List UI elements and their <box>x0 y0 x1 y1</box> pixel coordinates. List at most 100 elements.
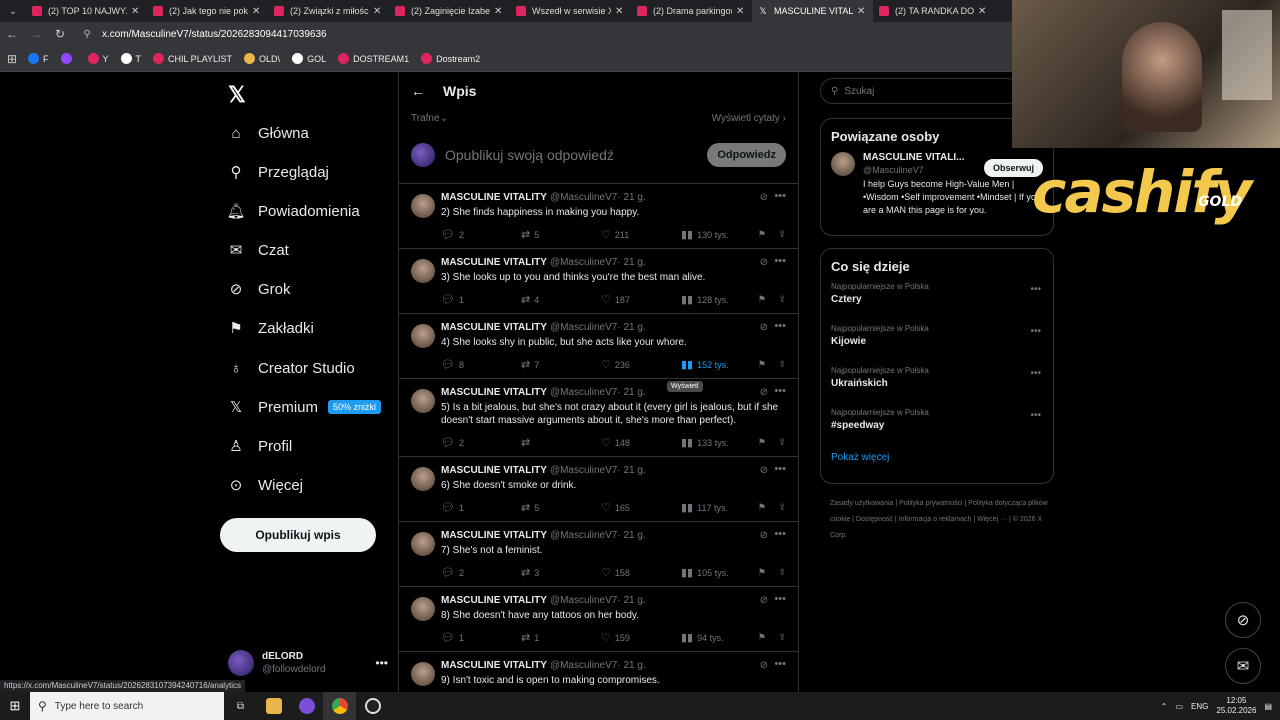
like-button[interactable]: ♡ 187 <box>601 293 681 306</box>
browser-tab[interactable]: (2) Drama parkingow ✕ <box>631 0 752 22</box>
bookmark-icon[interactable]: ⚑ <box>758 632 766 643</box>
more-dots-icon[interactable]: ••• <box>774 463 786 475</box>
share-icon[interactable]: ⇪ <box>778 502 786 513</box>
bookmark-icon[interactable]: ⚑ <box>758 294 766 305</box>
browser-tab[interactable]: 𝕏 MASCULINE VITALIT ✕ <box>752 0 873 22</box>
nav-item-czat[interactable]: ✉ Czat <box>226 235 289 265</box>
avatar[interactable] <box>411 532 435 556</box>
avatar[interactable] <box>411 597 435 621</box>
chrome-icon[interactable] <box>323 692 356 720</box>
more-dots-icon[interactable]: ••• <box>1030 284 1041 295</box>
nav-item-grok[interactable]: ⊘ Grok <box>226 274 291 304</box>
share-icon[interactable]: ⇪ <box>778 567 786 578</box>
avatar[interactable] <box>831 152 855 176</box>
tweet-author-name[interactable]: MASCULINE VITALITY <box>441 322 547 333</box>
obs-icon[interactable] <box>356 692 389 720</box>
reply-button[interactable]: 💬︎ 1 <box>441 631 521 644</box>
app-icon[interactable] <box>290 692 323 720</box>
back-icon[interactable]: ← <box>0 27 24 41</box>
tweet-author-name[interactable]: MASCULINE VITALITY <box>441 257 547 268</box>
back-arrow-icon[interactable]: ← <box>411 83 425 99</box>
repost-button[interactable]: ⇄ 7 <box>521 358 601 371</box>
browser-tab[interactable]: (2) Zaginięcie Izabeli ✕ <box>389 0 510 22</box>
network-icon[interactable]: ▭ <box>1175 702 1183 711</box>
like-button[interactable]: ♡ 211 <box>601 228 681 241</box>
nav-item-zakładki[interactable]: ⚑ Zakładki <box>226 313 314 343</box>
share-icon[interactable]: ⇪ <box>778 294 786 305</box>
avatar[interactable] <box>411 324 435 348</box>
close-icon[interactable]: ✕ <box>857 6 867 17</box>
reply-button[interactable]: 💬︎ 1 <box>441 293 521 306</box>
tweet-author-name[interactable]: MASCULINE VITALITY <box>441 465 547 476</box>
grok-icon[interactable]: ⊘ <box>760 595 768 606</box>
browser-tab[interactable]: (2) Związki z miłości s ✕ <box>268 0 389 22</box>
bookmark-item[interactable]: T <box>120 53 141 64</box>
grok-icon[interactable]: ⊘ <box>760 530 768 541</box>
tweet-author-name[interactable]: MASCULINE VITALITY <box>441 192 547 203</box>
bookmark-icon[interactable]: ⚑ <box>758 229 766 240</box>
reply-input[interactable]: Opublikuj swoją odpowiedź <box>445 147 707 163</box>
repost-button[interactable]: ⇄ 4 <box>521 293 601 306</box>
notifications-icon[interactable]: ▤ <box>1264 702 1272 711</box>
bookmark-item[interactable]: OLD\ <box>244 53 280 64</box>
bookmark-icon[interactable]: ⚑ <box>758 359 766 370</box>
browser-tab[interactable]: (2) TA RANDKA DOPI ✕ <box>873 0 994 22</box>
bookmark-item[interactable]: Y <box>87 53 109 64</box>
site-info-icon[interactable]: ⚲ <box>78 29 96 40</box>
reply-button[interactable]: 💬︎ 2 <box>441 566 521 579</box>
trend-item[interactable]: Najpopularniejsze w Polska Kijowie ••• <box>831 324 1043 366</box>
show-more-link[interactable]: Pokaż więcej <box>831 452 1043 463</box>
share-icon[interactable]: ⇪ <box>778 229 786 240</box>
trend-item[interactable]: Najpopularniejsze w Polska Ukraińskich ••• <box>831 366 1043 408</box>
messages-fab-icon[interactable]: ✉ <box>1225 648 1261 684</box>
grok-icon[interactable]: ⊘ <box>760 257 768 268</box>
repost-button[interactable]: ⇄ 3 <box>521 566 601 579</box>
grok-icon[interactable]: ⊘ <box>760 387 768 398</box>
post-button[interactable]: Opublikuj wpis <box>220 518 376 552</box>
like-button[interactable]: ♡ 236 <box>601 358 681 371</box>
avatar[interactable] <box>411 389 435 413</box>
trend-item[interactable]: Najpopularniejsze w Polska Cztery ••• <box>831 282 1043 324</box>
tweet[interactable]: MASCULINE VITALITY @MasculineV7 · 21 g. ⊘ ••… <box>399 184 798 249</box>
close-icon[interactable]: ✕ <box>494 6 504 17</box>
like-button[interactable]: ♡ 158 <box>601 566 681 579</box>
browser-tab[interactable]: (2) TOP 10 NAJWYŻSZ ✕ <box>26 0 147 22</box>
repost-button[interactable]: ⇄ 5 <box>521 228 601 241</box>
more-dots-icon[interactable]: ••• <box>774 385 786 397</box>
file-explorer-icon[interactable] <box>257 692 290 720</box>
nav-item-powiadomienia[interactable]: 🔔︎ Powiadomienia <box>226 196 359 226</box>
footer-link[interactable]: Informacja o reklamach <box>899 516 972 523</box>
clock[interactable]: 12:05 25.02.2026 <box>1216 696 1256 716</box>
like-button[interactable]: ♡ 165 <box>601 501 681 514</box>
nav-item-premium[interactable]: 𝕏 Premium 50% zniżki <box>226 392 382 422</box>
tweet[interactable]: MASCULINE VITALITY @MasculineV7 · 21 g. ⊘ ••… <box>399 379 798 457</box>
share-icon[interactable]: ⇪ <box>778 359 786 370</box>
bookmark-item[interactable]: GOL <box>292 53 326 64</box>
footer-link[interactable]: Polityka prywatności <box>899 500 962 507</box>
grok-icon[interactable]: ⊘ <box>760 660 768 671</box>
x-logo-icon[interactable]: 𝕏 <box>228 82 246 108</box>
nav-item-więcej[interactable]: ⊙ Więcej <box>226 470 303 500</box>
close-icon[interactable]: ✕ <box>373 6 383 17</box>
nav-item-przeglądaj[interactable]: ⚲ Przeglądaj <box>226 157 329 187</box>
close-icon[interactable]: ✕ <box>736 6 746 17</box>
browser-tab[interactable]: (2) Jak tego nie poka ✕ <box>147 0 268 22</box>
views-button[interactable]: ▮▮ 117 tys. <box>681 501 761 514</box>
views-button[interactable]: ▮▮ 130 tys. <box>681 228 761 241</box>
reply-button[interactable]: 💬︎ 1 <box>441 501 521 514</box>
like-button[interactable]: ♡ 148 <box>601 436 681 449</box>
taskbar-search[interactable]: ⚲ Type here to search <box>30 692 224 720</box>
reply-button[interactable]: Odpowiedz <box>707 142 786 167</box>
repost-button[interactable]: ⇄ <box>521 436 601 449</box>
tweet[interactable]: MASCULINE VITALITY @MasculineV7 · 21 g. ⊘ ••… <box>399 522 798 587</box>
more-dots-icon[interactable]: ••• <box>375 656 388 670</box>
share-icon[interactable]: ⇪ <box>778 632 786 643</box>
tweet[interactable]: MASCULINE VITALITY @MasculineV7 · 21 g. ⊘ ••… <box>399 652 798 692</box>
tweet[interactable]: MASCULINE VITALITY @MasculineV7 · 21 g. ⊘ ••… <box>399 249 798 314</box>
more-dots-icon[interactable]: ••• <box>774 528 786 540</box>
trend-item[interactable]: Najpopularniejsze w Polska #speedway ••• <box>831 408 1043 450</box>
bookmark-item[interactable]: DOSTREAM1 <box>338 53 409 64</box>
nav-item-creator-studio[interactable]: ♁ Creator Studio <box>226 353 354 383</box>
close-icon[interactable]: ✕ <box>252 6 262 17</box>
avatar[interactable] <box>411 194 435 218</box>
